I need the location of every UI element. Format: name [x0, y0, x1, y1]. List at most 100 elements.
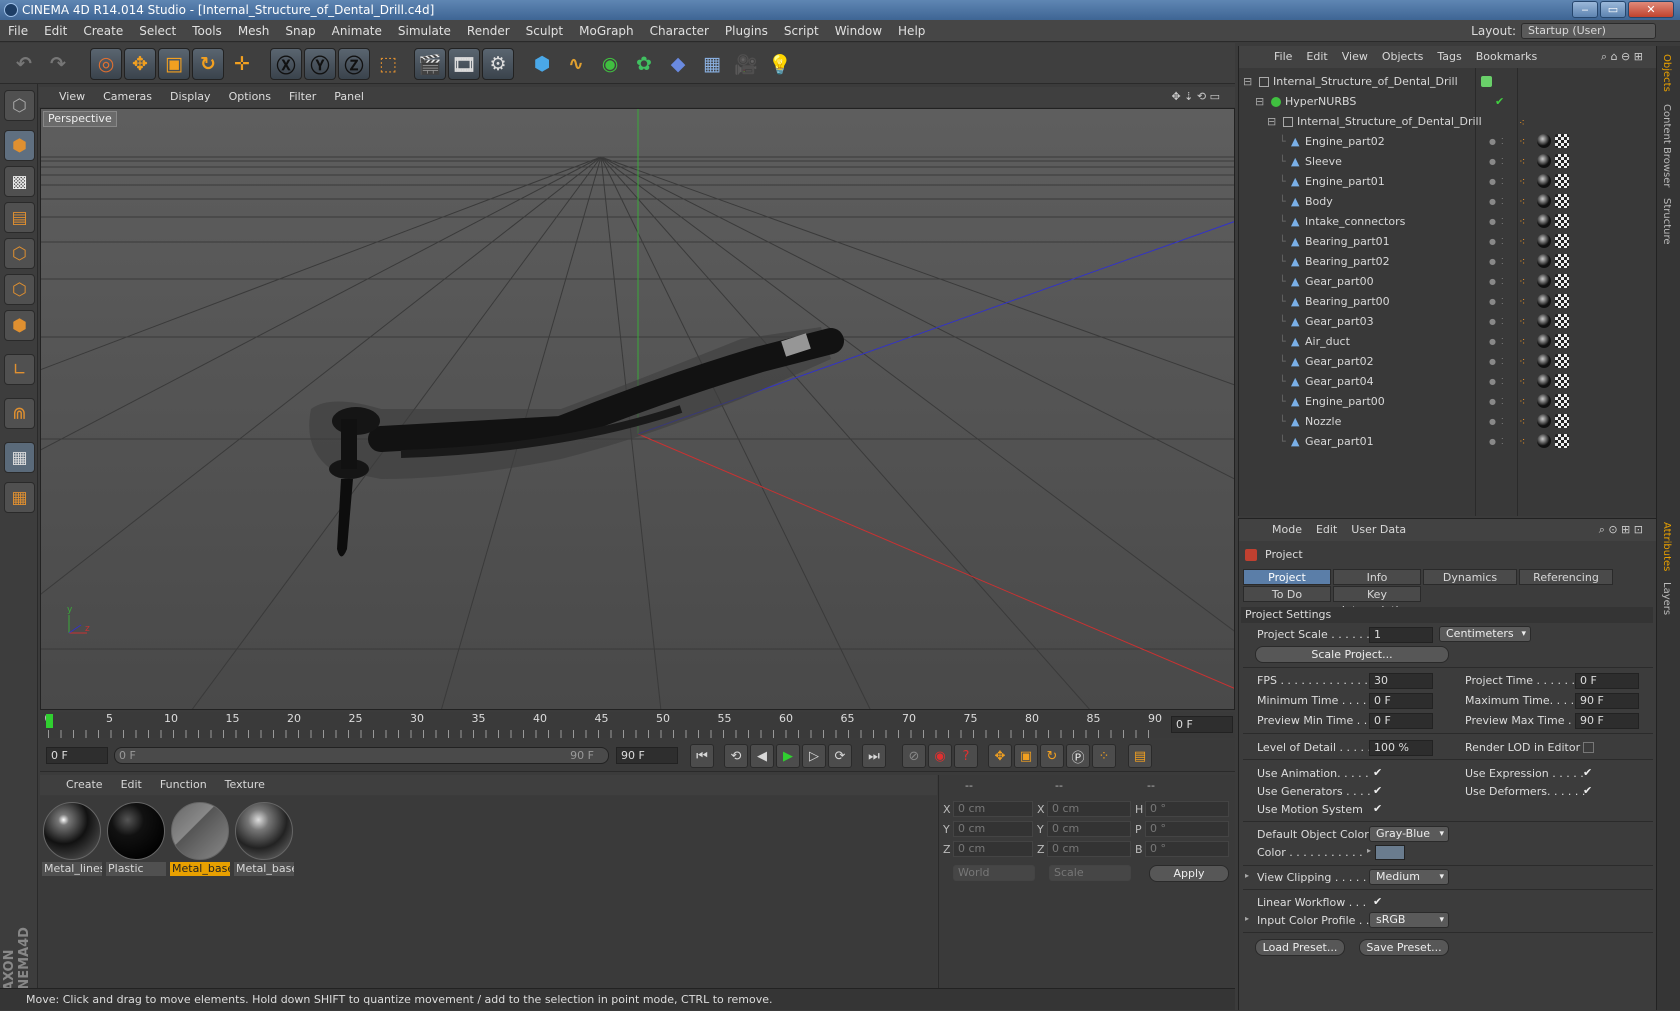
- save-preset-button[interactable]: Save Preset...: [1359, 939, 1449, 956]
- object-row[interactable]: └ ▲ Bearing_part02 ● ⁚ ⁖: [1239, 252, 1657, 272]
- make-editable-icon[interactable]: ⬡: [4, 90, 35, 121]
- key-scale-icon[interactable]: ▣: [1014, 744, 1038, 768]
- texture-tag-icon[interactable]: [1555, 154, 1569, 168]
- texture-tag-icon[interactable]: [1555, 134, 1569, 148]
- position-x-field[interactable]: 0 cm: [953, 801, 1033, 817]
- obj-menu-tags[interactable]: Tags: [1430, 46, 1468, 68]
- floor-scene-icon[interactable]: ▦: [696, 48, 728, 80]
- locked-workplane-icon[interactable]: ▦: [4, 482, 35, 513]
- object-row[interactable]: └ ▲ Intake_connectors ● ⁚ ⁖: [1239, 212, 1657, 232]
- menu-render[interactable]: Render: [459, 20, 518, 42]
- phong-tag-icon[interactable]: ⁖: [1519, 192, 1525, 212]
- cube-primitive-icon[interactable]: ⬢: [526, 48, 558, 80]
- object-row[interactable]: └ ▲ Air_duct ● ⁚ ⁖: [1239, 332, 1657, 352]
- texture-tag-icon[interactable]: [1555, 314, 1569, 328]
- edges-mode-icon[interactable]: ⬡: [4, 274, 35, 305]
- render-dots-icon[interactable]: ⁚: [1501, 432, 1504, 452]
- phong-tag-icon[interactable]: ⁖: [1519, 172, 1525, 192]
- scale-project-button[interactable]: Scale Project...: [1255, 646, 1449, 663]
- move-tool-icon[interactable]: ✥: [124, 48, 156, 80]
- menu-tools[interactable]: Tools: [184, 20, 230, 42]
- spline-icon[interactable]: ∿: [560, 48, 592, 80]
- mograph-cloner-icon[interactable]: ✿: [628, 48, 660, 80]
- tab-objects[interactable]: Objects: [1661, 54, 1672, 92]
- render-picture-viewer-icon[interactable]: 🎞: [448, 48, 480, 80]
- fps-field[interactable]: 30: [1369, 673, 1433, 689]
- phong-tag-icon[interactable]: ⁖: [1519, 432, 1525, 452]
- redo-icon[interactable]: ↷: [42, 48, 74, 80]
- start-frame-field[interactable]: 0 F: [46, 747, 108, 764]
- material-tag-icon[interactable]: [1537, 274, 1551, 288]
- object-row[interactable]: └ ▲ Gear_part04 ● ⁚ ⁖: [1239, 372, 1657, 392]
- minimum-time-field[interactable]: 0 F: [1369, 693, 1433, 709]
- previous-frame-icon[interactable]: ◀: [750, 744, 774, 768]
- material-swatch[interactable]: Metal_lines: [42, 800, 102, 876]
- menu-plugins[interactable]: Plugins: [717, 20, 776, 42]
- material-tag-icon[interactable]: [1537, 174, 1551, 188]
- object-row[interactable]: └ ▲ Sleeve ● ⁚ ⁖: [1239, 152, 1657, 172]
- view-clipping-dropdown[interactable]: Medium: [1369, 869, 1449, 885]
- points-mode-icon[interactable]: ⬡: [4, 238, 35, 269]
- scale-tool-icon[interactable]: ▣: [158, 48, 190, 80]
- material-swatch[interactable]: Plastic: [106, 800, 166, 876]
- key-rotation-icon[interactable]: ↻: [1040, 744, 1064, 768]
- viewport-menu-panel[interactable]: Panel: [325, 87, 373, 107]
- rotation-b-field[interactable]: 0 °: [1145, 841, 1229, 857]
- material-tag-icon[interactable]: [1537, 254, 1551, 268]
- tab-info[interactable]: Info: [1333, 569, 1421, 585]
- next-key-icon[interactable]: ⟳: [828, 744, 852, 768]
- menu-script[interactable]: Script: [776, 20, 827, 42]
- phong-tag-icon[interactable]: ⁖: [1519, 212, 1525, 232]
- rotation-h-field[interactable]: 0 °: [1145, 801, 1229, 817]
- polygons-mode-icon[interactable]: ⬢: [4, 310, 35, 341]
- material-tag-icon[interactable]: [1537, 354, 1551, 368]
- workplane-icon[interactable]: ▦: [4, 442, 35, 473]
- size-y-field[interactable]: 0 cm: [1047, 821, 1131, 837]
- z-axis-lock-icon[interactable]: Ⓩ: [338, 48, 370, 80]
- texture-tag-icon[interactable]: [1555, 194, 1569, 208]
- tab-content-browser[interactable]: Content Browser: [1661, 104, 1672, 187]
- playhead-marker[interactable]: [46, 714, 53, 728]
- texture-tag-icon[interactable]: [1555, 234, 1569, 248]
- key-parameter-icon[interactable]: Ⓟ: [1066, 744, 1090, 768]
- texture-tag-icon[interactable]: [1555, 254, 1569, 268]
- object-row[interactable]: └ ▲ Engine_part01 ● ⁚ ⁖: [1239, 172, 1657, 192]
- obj-menu-objects[interactable]: Objects: [1375, 46, 1431, 68]
- attr-menu-edit[interactable]: Edit: [1309, 519, 1344, 541]
- phong-tag-icon[interactable]: ⁖: [1519, 272, 1525, 292]
- visibility-dots-icon[interactable]: ●: [1489, 412, 1496, 432]
- linear-workflow-checkbox[interactable]: ✔: [1373, 896, 1384, 907]
- nurbs-icon[interactable]: ◉: [594, 48, 626, 80]
- expand-arrow-icon[interactable]: ▸: [1367, 846, 1371, 855]
- layout-dropdown[interactable]: Startup (User): [1521, 23, 1656, 39]
- material-menu-function[interactable]: Function: [151, 775, 216, 795]
- texture-tag-icon[interactable]: [1555, 214, 1569, 228]
- object-row[interactable]: └ ▲ Engine_part00 ● ⁚ ⁖: [1239, 392, 1657, 412]
- phong-tag-icon[interactable]: ⁖: [1519, 412, 1525, 432]
- keyframe-selection-icon[interactable]: ?: [954, 744, 978, 768]
- level-of-detail-field[interactable]: 100 %: [1369, 740, 1433, 756]
- material-swatch[interactable]: Metal_base: [170, 800, 230, 876]
- deformer-icon[interactable]: ◆: [662, 48, 694, 80]
- close-button[interactable]: ✕: [1628, 1, 1674, 18]
- render-lod-checkbox[interactable]: [1583, 742, 1594, 753]
- visibility-dots-column[interactable]: [1495, 72, 1515, 412]
- render-settings-icon[interactable]: ⚙: [482, 48, 514, 80]
- attr-menu-mode[interactable]: Mode: [1265, 519, 1309, 541]
- coordinate-system-icon[interactable]: ⬚: [372, 48, 404, 80]
- menu-mograph[interactable]: MoGraph: [571, 20, 642, 42]
- tab-dynamics[interactable]: Dynamics: [1423, 569, 1517, 585]
- material-tag-icon[interactable]: [1537, 414, 1551, 428]
- obj-manager-toolbar-icons[interactable]: ⌕ ⌂ ⊖ ⊞: [1594, 46, 1650, 68]
- object-row-hypernurbs[interactable]: ⊟ HyperNURBS ✔: [1239, 92, 1657, 112]
- viewport-menu-filter[interactable]: Filter: [280, 87, 325, 107]
- phong-tag-icon[interactable]: ⁖: [1519, 132, 1525, 152]
- material-tag-icon[interactable]: [1537, 134, 1551, 148]
- object-row-group[interactable]: ⊟ Internal_Structure_of_Dental_Drill ⁖: [1239, 112, 1657, 132]
- tab-project-settings[interactable]: Project Settings: [1243, 569, 1331, 600]
- material-swatch[interactable]: Metal_base: [234, 800, 294, 876]
- go-to-end-icon[interactable]: ⏭: [862, 744, 886, 768]
- menu-select[interactable]: Select: [131, 20, 184, 42]
- object-row-root[interactable]: ⊟ Internal_Structure_of_Dental_Drill: [1239, 72, 1657, 92]
- texture-tag-icon[interactable]: [1555, 294, 1569, 308]
